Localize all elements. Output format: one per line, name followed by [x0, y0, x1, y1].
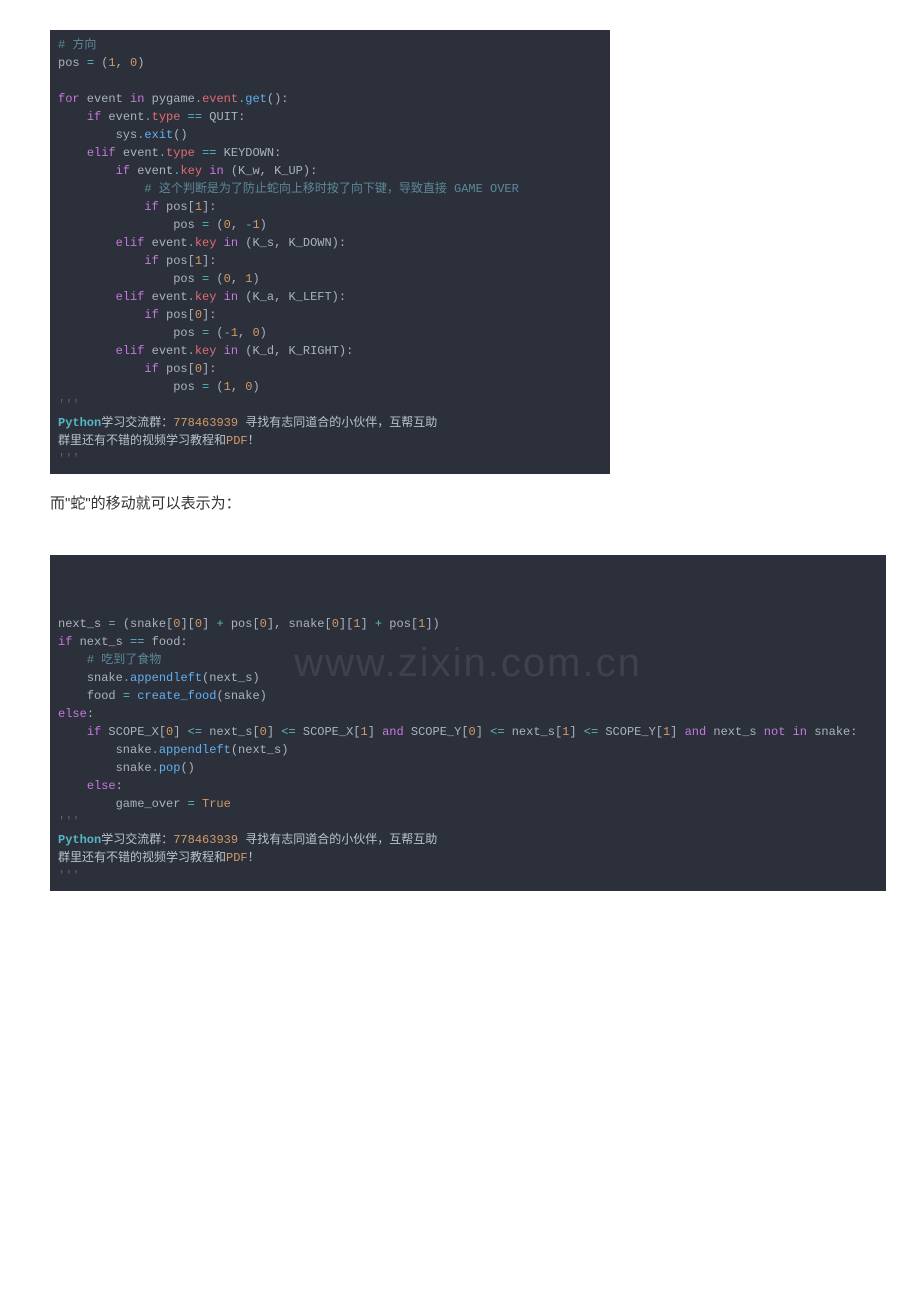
paragraph-snake-move: 而"蛇"的移动就可以表示为：	[50, 492, 870, 513]
code-line: if pos[0]:	[58, 360, 602, 378]
code-line: Python学习交流群：778463939 寻找有志同道合的小伙伴，互帮互助	[58, 831, 878, 849]
code-line: snake.appendleft(next_s)	[58, 669, 878, 687]
code-line: next_s = (snake[0][0] + pos[0], snake[0]…	[58, 615, 878, 633]
code-line: pos = (-1, 0)	[58, 324, 602, 342]
code-line: # 方向	[58, 36, 602, 54]
code-line: snake.appendleft(next_s)	[58, 741, 878, 759]
code-line: if pos[0]:	[58, 306, 602, 324]
code-line: elif event.key in (K_d, K_RIGHT):	[58, 342, 602, 360]
code-line: pos = (1, 0)	[58, 54, 602, 72]
code-line: elif event.key in (K_s, K_DOWN):	[58, 234, 602, 252]
code-line: '''	[58, 867, 878, 885]
code-line: pos = (0, 1)	[58, 270, 602, 288]
code-line: if event.type == QUIT:	[58, 108, 602, 126]
code-line: pos = (1, 0)	[58, 378, 602, 396]
code-line: pos = (0, -1)	[58, 216, 602, 234]
code-line: sys.exit()	[58, 126, 602, 144]
document-content: # 方向pos = (1, 0) for event in pygame.eve…	[0, 0, 920, 939]
code-line: 群里还有不错的视频学习教程和PDF！	[58, 849, 878, 867]
code-line: Python学习交流群：778463939 寻找有志同道合的小伙伴，互帮互助	[58, 414, 602, 432]
code-line: game_over = True	[58, 795, 878, 813]
code-line: elif event.key in (K_a, K_LEFT):	[58, 288, 602, 306]
code-line: '''	[58, 813, 878, 831]
code-line: else:	[58, 777, 878, 795]
code-line: '''	[58, 396, 602, 414]
code-line	[58, 72, 602, 90]
code-line: 群里还有不错的视频学习教程和PDF！	[58, 432, 602, 450]
code-line: if pos[1]:	[58, 198, 602, 216]
code-line: if pos[1]:	[58, 252, 602, 270]
code-line: elif event.type == KEYDOWN:	[58, 144, 602, 162]
code-line: '''	[58, 450, 602, 468]
code-block-1: # 方向pos = (1, 0) for event in pygame.eve…	[50, 30, 610, 474]
code-line: snake.pop()	[58, 759, 878, 777]
code-line: if SCOPE_X[0] <= next_s[0] <= SCOPE_X[1]…	[58, 723, 878, 741]
code-block-2: www.zixin.com.cn next_s = (snake[0][0] +…	[50, 555, 886, 891]
code-line: food = create_food(snake)	[58, 687, 878, 705]
code-line: for event in pygame.event.get():	[58, 90, 602, 108]
code-line: # 这个判断是为了防止蛇向上移时按了向下键，导致直接 GAME OVER	[58, 180, 602, 198]
code-line: if event.key in (K_w, K_UP):	[58, 162, 602, 180]
code-line: # 吃到了食物	[58, 651, 878, 669]
code-line: else:	[58, 705, 878, 723]
code-line: if next_s == food:	[58, 633, 878, 651]
